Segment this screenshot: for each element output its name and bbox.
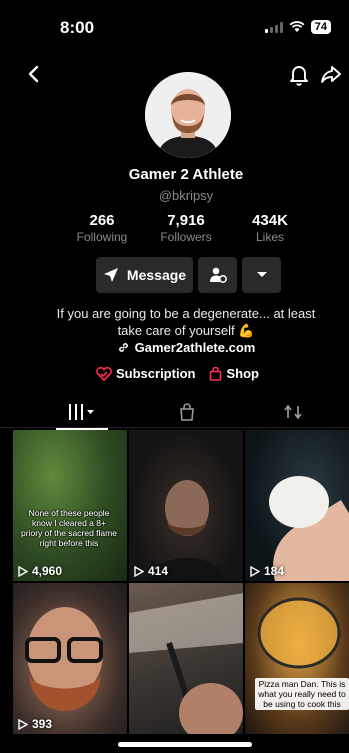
- add-friend-button[interactable]: [198, 257, 237, 293]
- profile-stats: 266 Following 7,916 Followers 434K Likes: [60, 212, 312, 244]
- subscription-chip[interactable]: Subscription: [96, 366, 195, 381]
- profile-actions: Message: [96, 257, 281, 293]
- stat-following[interactable]: 266 Following: [60, 212, 144, 244]
- stat-value: 266: [89, 212, 115, 229]
- add-friend-icon: [209, 267, 227, 283]
- video-thumbnail[interactable]: None of these people know I cleared a 8+…: [13, 430, 127, 581]
- profile-name: Gamer 2 Athlete: [128, 166, 244, 183]
- link-icon: [118, 343, 128, 352]
- profile-chips: Subscription Shop: [96, 366, 259, 381]
- home-indicator: [118, 742, 252, 747]
- play-icon: [250, 565, 260, 577]
- video-grid: None of these people know I cleared a 8+…: [13, 430, 349, 734]
- shop-label: Shop: [226, 366, 259, 381]
- video-thumbnail[interactable]: 184: [245, 430, 349, 581]
- profile-bio: If you are going to be a degenerate... a…: [50, 305, 322, 339]
- link-text: Gamer2athlete.com: [134, 340, 256, 355]
- stat-label: Following: [76, 230, 128, 244]
- wifi-icon: [289, 21, 305, 32]
- profile-tabs: [0, 396, 349, 430]
- video-views: 393: [18, 717, 52, 731]
- tab-reposts[interactable]: [278, 400, 308, 424]
- video-frame: [129, 593, 243, 734]
- status-bar: 8:00 74: [0, 0, 349, 52]
- share-icon[interactable]: [319, 62, 343, 86]
- shop-chip[interactable]: Shop: [209, 366, 259, 381]
- video-views: 184: [250, 564, 284, 578]
- signal-icon: [264, 21, 283, 33]
- stat-value: 434K: [252, 212, 288, 229]
- back-icon[interactable]: [22, 62, 46, 86]
- video-frame: [269, 476, 349, 581]
- video-thumbnail[interactable]: Pizza man Dan. This is what you really n…: [245, 583, 349, 734]
- message-button[interactable]: Message: [96, 257, 193, 293]
- avatar-photo: [145, 72, 231, 158]
- tab-shop[interactable]: [172, 400, 202, 424]
- bio-emoji: 💪: [238, 323, 255, 338]
- videos-grid-icon: [69, 404, 94, 420]
- view-count: 414: [148, 564, 169, 578]
- bio-text: take care of yourself: [117, 323, 235, 338]
- play-icon: [18, 565, 28, 577]
- shop-bag-icon: [210, 366, 222, 381]
- video-caption: Pizza man Dan. This is what you really n…: [255, 678, 349, 710]
- video-thumbnail[interactable]: 393: [13, 583, 127, 734]
- subscription-icon: [96, 366, 112, 381]
- message-button-label: Message: [126, 267, 187, 283]
- stat-likes[interactable]: 434K Likes: [228, 212, 312, 244]
- bell-icon[interactable]: [287, 62, 311, 86]
- more-options-button[interactable]: [242, 257, 281, 293]
- profile-link[interactable]: Gamer2athlete.com: [0, 340, 349, 355]
- video-thumbnail[interactable]: [129, 583, 243, 734]
- video-thumbnail[interactable]: 414: [129, 430, 243, 581]
- stat-label: Likes: [255, 230, 284, 244]
- subscription-label: Subscription: [116, 366, 196, 381]
- video-frame: [25, 607, 103, 711]
- stat-label: Followers: [160, 230, 212, 244]
- stat-value: 7,916: [167, 212, 205, 229]
- battery-indicator: 74: [310, 20, 331, 34]
- video-frame: [257, 597, 341, 669]
- bio-line-2: take care of yourself 💪: [50, 322, 322, 339]
- video-views: 414: [134, 564, 168, 578]
- tab-videos[interactable]: [56, 400, 108, 430]
- view-count: 4,960: [32, 564, 63, 578]
- video-caption: None of these people know I cleared a 8+…: [21, 508, 117, 548]
- video-views: 4,960: [18, 564, 62, 578]
- status-time: 8:00: [60, 18, 95, 37]
- play-icon: [134, 565, 144, 577]
- status-indicators: 74: [264, 20, 331, 34]
- profile-handle: @bkripsy: [158, 188, 214, 203]
- shop-bag-icon: [180, 403, 194, 421]
- bio-line-1: If you are going to be a degenerate... a…: [56, 306, 316, 321]
- video-frame: [149, 480, 225, 581]
- view-count: 184: [264, 564, 285, 578]
- play-icon: [18, 718, 28, 730]
- chevron-down-icon: [256, 272, 267, 277]
- stat-followers[interactable]: 7,916 Followers: [144, 212, 228, 244]
- avatar[interactable]: [145, 72, 231, 158]
- message-send-icon: [103, 268, 118, 282]
- view-count: 393: [32, 717, 53, 731]
- repost-icon: [284, 404, 302, 420]
